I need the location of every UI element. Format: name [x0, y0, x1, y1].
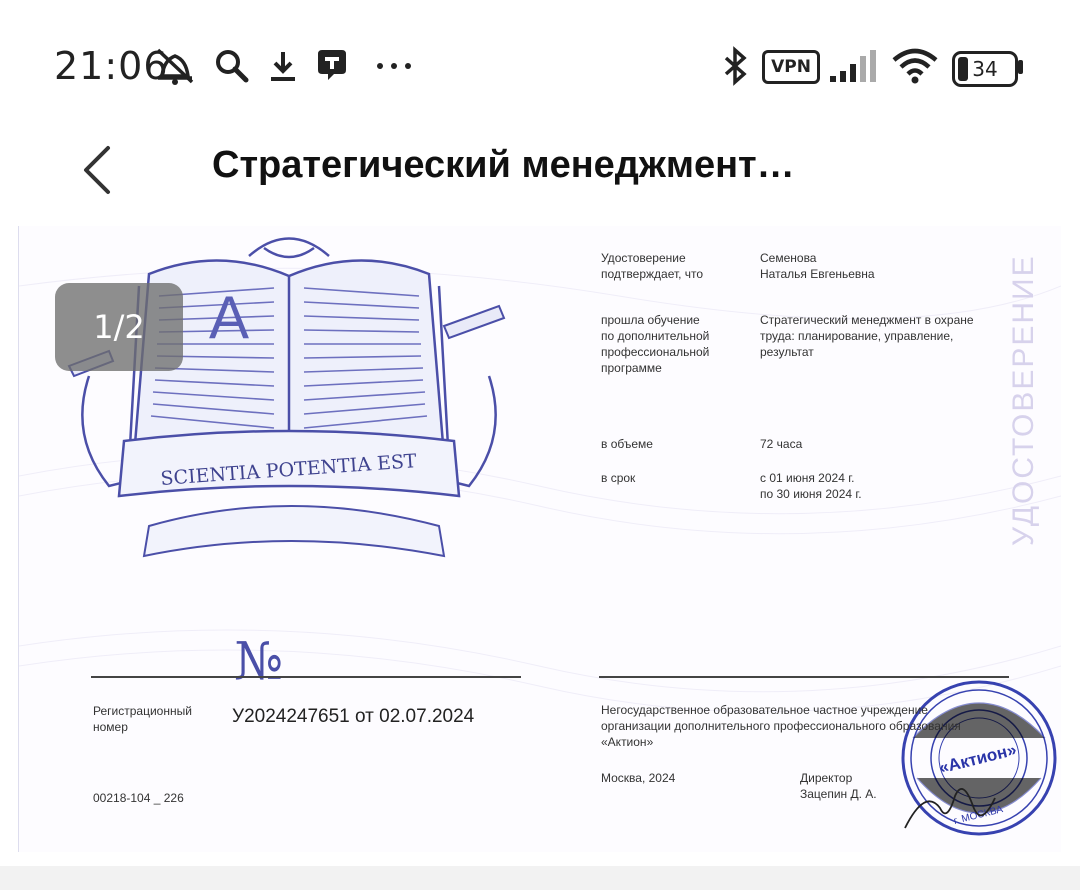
- alarm-off-icon: [156, 48, 194, 85]
- page-title: Стратегический менеджмент…: [212, 144, 795, 186]
- battery-level: 34: [972, 57, 998, 81]
- emblem-book-logo: SCIENTIA POTENTIA EST A: [67, 237, 506, 558]
- field-value-period: с 01 июня 2024 г. по 30 июня 2024 г.: [760, 471, 862, 501]
- registration-number: У2024247651 от 02.07.2024: [232, 706, 475, 727]
- side-watermark-word: УДОСТОВЕРЕНИЕ: [1007, 254, 1040, 546]
- field-value-volume: 72 часа: [760, 437, 803, 451]
- download-icon: [271, 52, 295, 81]
- battery-tip: [1018, 60, 1023, 74]
- bottom-area: [0, 866, 1080, 890]
- chat-app-icon: [318, 50, 346, 80]
- organization-name: Негосударственное образовательное частно…: [601, 703, 961, 749]
- signal-icon: [830, 50, 876, 82]
- bluetooth-icon: [724, 46, 747, 86]
- more-icon: [377, 63, 411, 69]
- organization-line: [599, 676, 1009, 678]
- city-year: Москва, 2024: [601, 771, 676, 785]
- vpn-icon: VPN: [762, 50, 820, 84]
- registration-label: Регистрационный номер: [93, 704, 192, 734]
- field-value-program: Стратегический менеджмент в охране труда…: [760, 313, 974, 359]
- registration-line: [91, 676, 521, 678]
- field-label-period: в срок: [601, 471, 636, 485]
- number-sign: №: [234, 632, 283, 691]
- back-button[interactable]: [78, 140, 118, 200]
- side-word-text: УДОСТОВЕРЕНИЕ: [1007, 254, 1040, 546]
- signer-name: Зацепин Д. А.: [800, 787, 877, 801]
- signer-title: Директор: [800, 771, 853, 785]
- field-label-certifies: Удостоверение подтверждает, что: [601, 251, 704, 281]
- form-code: 00218-104 _ 226: [93, 791, 184, 805]
- field-value-name: Семенова Наталья Евгеньевна: [760, 251, 875, 281]
- wifi-icon: [892, 48, 938, 84]
- status-bar: 21:06 VPN 34: [0, 0, 1080, 130]
- number-sign-text: №: [234, 632, 283, 691]
- field-label-volume: в объеме: [601, 437, 653, 451]
- emblem-letter: A: [209, 284, 249, 351]
- chevron-left-icon: [84, 146, 110, 194]
- field-label-program: прошла обучение по дополнительной профес…: [601, 313, 710, 375]
- search-icon: [216, 50, 249, 83]
- battery-icon: 34: [952, 51, 1018, 87]
- app-header: Стратегический менеджмент…: [0, 130, 1080, 220]
- page-indicator[interactable]: 1/2: [55, 283, 183, 371]
